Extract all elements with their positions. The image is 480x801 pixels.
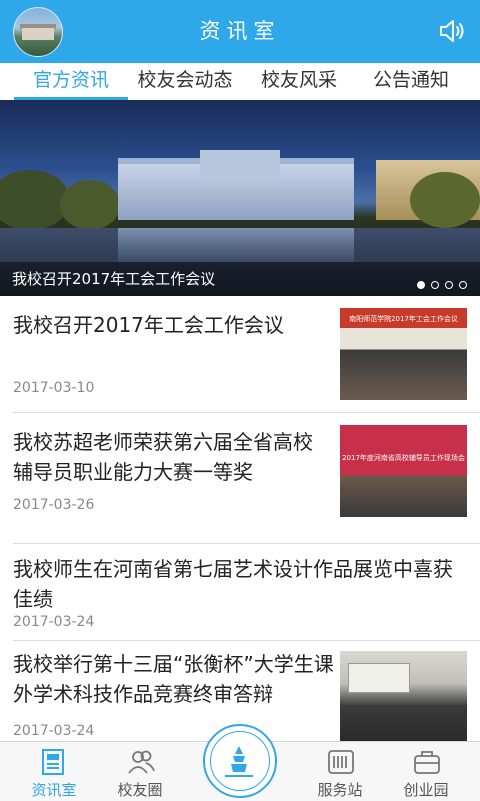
nav-item-service[interactable]: 服务站 [300, 742, 380, 801]
carousel-dot[interactable] [445, 281, 453, 289]
thumbnail-screen [348, 663, 410, 693]
news-title: 我校召开2017年工会工作会议 [13, 313, 284, 337]
news-date: 2017-03-26 [13, 497, 95, 513]
news-item[interactable]: 我校苏超老师荣获第六届全省高校辅导员职业能力大赛一等奖 2017-03-26 2… [0, 413, 480, 543]
thumbnail-banner-text: 南阳师范学院2017年工会工作会议 [349, 315, 458, 323]
banner-building-center [200, 150, 280, 180]
people-icon [128, 750, 155, 774]
thumbnail-banner-text: 2017年度河南省高校辅导员工作现场会 [342, 454, 465, 462]
news-thumbnail: 2017年度河南省高校辅导员工作现场会 [340, 425, 467, 517]
carousel-dot[interactable] [459, 281, 467, 289]
news-title: 我校苏超老师荣获第六届全省高校辅导员职业能力大赛一等奖 [13, 430, 313, 484]
service-icon [328, 750, 354, 774]
logo-emblem-icon [225, 746, 253, 777]
tab-alumni-news[interactable]: 校友会动态 [128, 63, 242, 100]
nav-label: 校友圈 [117, 781, 163, 799]
news-item[interactable]: 我校召开2017年工会工作会议 2017-03-10 南阳师范学院2017年工会… [0, 296, 480, 412]
nav-item-alumni-circle[interactable]: 校友圈 [100, 742, 180, 801]
briefcase-icon [414, 751, 440, 774]
news-item[interactable]: 我校师生在河南省第七届艺术设计作品展览中喜获佳绩 2017-03-24 [0, 544, 480, 640]
newspaper-icon [42, 749, 64, 775]
nav-label: 资讯室 [31, 781, 77, 799]
category-tabs: 官方资讯 校友会动态 校友风采 公告通知 [0, 63, 480, 100]
tab-alumni-profiles[interactable]: 校友风采 [244, 63, 354, 100]
banner-tree [60, 180, 120, 230]
news-title: 我校举行第十三届“张衡杯”大学生课外学术科技作品竞赛终审答辩 [13, 652, 334, 706]
banner-caption[interactable]: 我校召开2017年工会工作会议 [12, 262, 215, 296]
app-header: 资讯室 [0, 0, 480, 63]
carousel-dot[interactable] [431, 281, 439, 289]
news-date: 2017-03-24 [13, 614, 95, 630]
nav-label: 服务站 [317, 781, 363, 799]
news-title: 我校师生在河南省第七届艺术设计作品展览中喜获佳绩 [13, 557, 453, 611]
news-date: 2017-03-10 [13, 380, 95, 396]
nav-label: 创业园 [403, 781, 449, 799]
speaker-icon[interactable] [438, 18, 466, 44]
tab-official-news[interactable]: 官方资讯 [14, 63, 128, 100]
tab-announcements[interactable]: 公告通知 [354, 63, 468, 100]
news-thumbnail [340, 651, 467, 743]
carousel-indicator [411, 274, 467, 289]
nav-item-entrepreneurship[interactable]: 创业园 [386, 742, 466, 801]
nav-item-news[interactable]: 资讯室 [14, 742, 94, 801]
news-date: 2017-03-24 [13, 723, 95, 739]
banner-tree [410, 172, 480, 228]
banner-reflection [118, 228, 354, 262]
carousel-dot[interactable] [417, 281, 425, 289]
university-logo-emblem [210, 731, 270, 791]
news-thumbnail: 南阳师范学院2017年工会工作会议 [340, 308, 467, 400]
page-title: 资讯室 [199, 19, 281, 43]
